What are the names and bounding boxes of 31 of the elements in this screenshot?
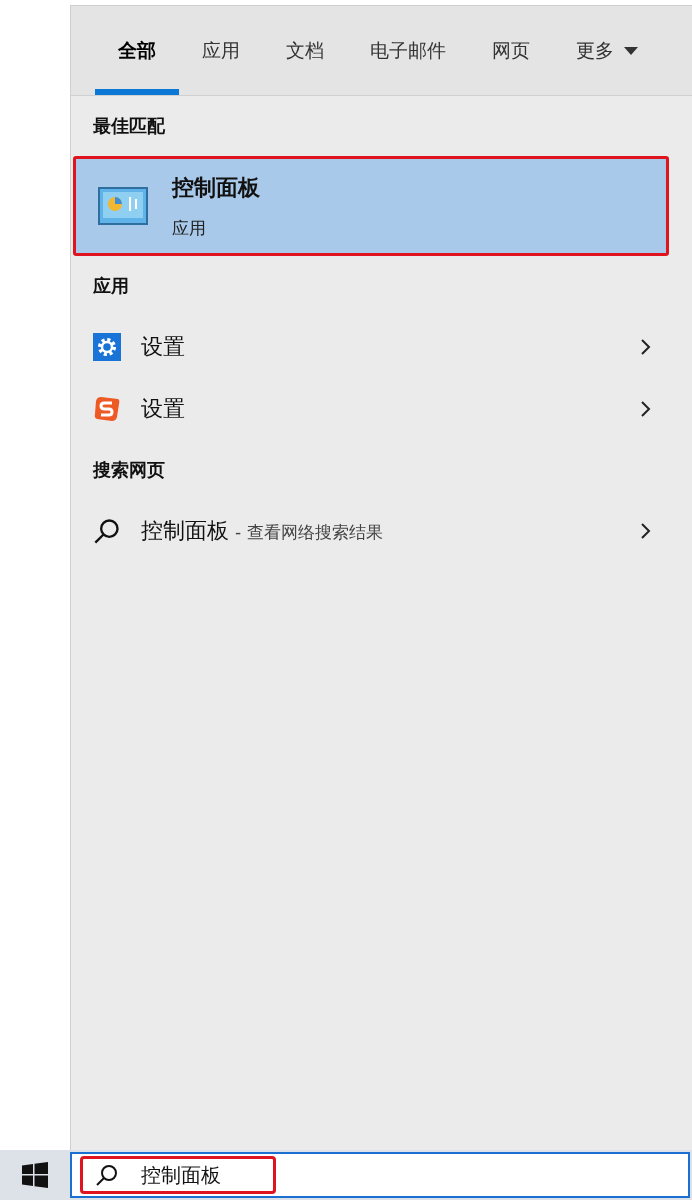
gear-icon (93, 333, 121, 361)
tab[interactable]: 应用 (179, 6, 263, 95)
app-result-item[interactable]: 设置 (71, 378, 692, 440)
result-label: 设置 (141, 333, 186, 361)
windows-logo-icon[interactable] (22, 1162, 48, 1188)
app-result-item[interactable]: 设置 (71, 316, 692, 378)
chevron-right-icon (640, 400, 652, 418)
chevron-right-icon (640, 522, 652, 540)
tab[interactable]: 全部 (95, 6, 179, 95)
tab[interactable]: 更多 (553, 6, 661, 95)
search-icon (93, 517, 121, 545)
search-icon (95, 1163, 119, 1187)
s-logo-icon (93, 395, 121, 423)
section-header: 最佳匹配 (92, 114, 166, 138)
section-header: 搜索网页 (92, 458, 166, 482)
result-note: - 查看网络搜索结果 (235, 521, 383, 544)
result-label: 控制面板 (141, 517, 229, 545)
caret-down-icon (624, 46, 638, 55)
web-result-item[interactable]: 控制面板 - 查看网络搜索结果 (71, 500, 692, 562)
section-header: 应用 (92, 274, 130, 298)
control-panel-icon (98, 187, 148, 225)
tab[interactable]: 电子邮件 (347, 6, 469, 95)
tab[interactable]: 文档 (263, 6, 347, 95)
result-label: 设置 (141, 395, 186, 423)
search-text: 控制面板 (141, 1161, 221, 1189)
result-type: 应用 (172, 216, 207, 240)
best-match-item[interactable]: 控制面板 应用 (73, 156, 669, 256)
search-field[interactable]: 控制面板 (70, 1152, 690, 1198)
result-title: 控制面板 (172, 173, 260, 202)
chevron-right-icon (640, 338, 652, 356)
tab[interactable]: 网页 (469, 6, 553, 95)
